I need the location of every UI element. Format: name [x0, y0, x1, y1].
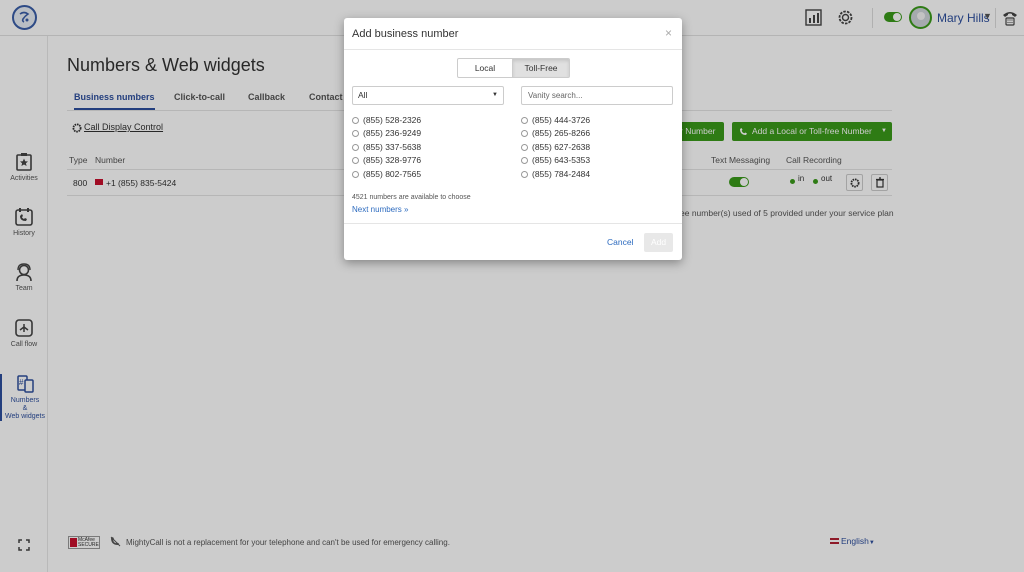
number-label: (855) 802-7565	[363, 169, 422, 179]
number-option[interactable]: (855) 236-9249	[352, 128, 421, 138]
number-label: (855) 444-3726	[532, 115, 591, 125]
vanity-search-input[interactable]	[521, 86, 673, 105]
caret-down-icon: ▼	[492, 92, 498, 98]
number-option[interactable]: (855) 784-2484	[521, 169, 590, 179]
close-icon[interactable]: ×	[665, 26, 672, 40]
number-label: (855) 328-9776	[363, 155, 422, 165]
number-label: (855) 337-5638	[363, 142, 422, 152]
number-label: (855) 528-2326	[363, 115, 422, 125]
number-type-switch: Local Toll-Free	[457, 58, 570, 78]
radio-button[interactable]	[352, 117, 359, 124]
radio-button[interactable]	[521, 144, 528, 151]
radio-button[interactable]	[352, 171, 359, 178]
local-option-button[interactable]: Local	[457, 58, 513, 78]
number-option[interactable]: (855) 328-9776	[352, 155, 421, 165]
number-label: (855) 265-8266	[532, 128, 591, 138]
radio-button[interactable]	[521, 157, 528, 164]
cancel-button[interactable]: Cancel	[607, 237, 633, 247]
number-label: (855) 236-9249	[363, 128, 422, 138]
number-option[interactable]: (855) 802-7565	[352, 169, 421, 179]
radio-button[interactable]	[352, 144, 359, 151]
next-numbers-link[interactable]: Next numbers »	[352, 205, 408, 214]
select-value: All	[358, 90, 368, 100]
number-option[interactable]: (855) 444-3726	[521, 115, 590, 125]
add-business-number-dialog: Add business number × Local Toll-Free Al…	[344, 18, 682, 260]
number-label: (855) 784-2484	[532, 169, 591, 179]
radio-button[interactable]	[352, 130, 359, 137]
dialog-title: Add business number	[352, 28, 459, 40]
number-option[interactable]: (855) 643-5353	[521, 155, 590, 165]
area-filter-select[interactable]: All ▼	[352, 86, 504, 105]
number-label: (855) 627-2638	[532, 142, 591, 152]
number-option[interactable]: (855) 528-2326	[352, 115, 421, 125]
number-option[interactable]: (855) 337-5638	[352, 142, 421, 152]
radio-button[interactable]	[521, 130, 528, 137]
number-label: (855) 643-5353	[532, 155, 591, 165]
dialog-divider	[344, 49, 682, 50]
radio-button[interactable]	[521, 171, 528, 178]
number-option[interactable]: (855) 627-2638	[521, 142, 590, 152]
available-count-text: 4521 numbers are available to choose	[352, 194, 471, 201]
radio-button[interactable]	[521, 117, 528, 124]
radio-button[interactable]	[352, 157, 359, 164]
dialog-divider	[344, 223, 682, 224]
add-button[interactable]: Add	[644, 233, 673, 252]
number-option[interactable]: (855) 265-8266	[521, 128, 590, 138]
toll-free-option-button[interactable]: Toll-Free	[513, 58, 570, 78]
